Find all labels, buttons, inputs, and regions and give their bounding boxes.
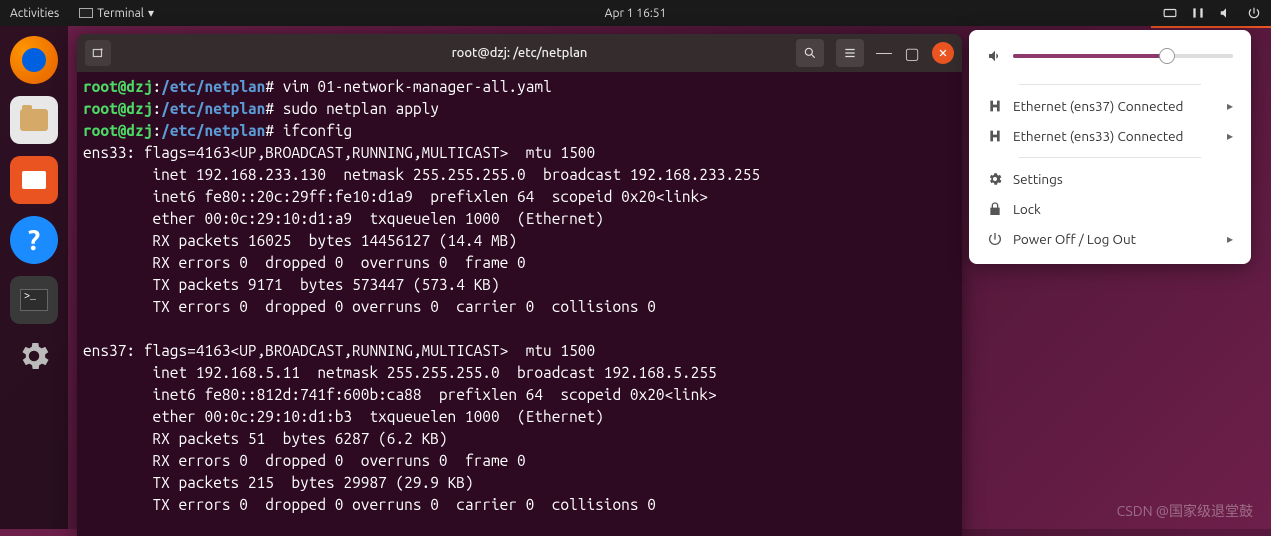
hamburger-button[interactable]	[836, 39, 864, 67]
prompt-path: /etc/netplan	[161, 122, 265, 139]
terminal-body[interactable]: root@dzj:/etc/netplan# vim 01-network-ma…	[77, 72, 962, 536]
menu-lock[interactable]: Lock	[969, 194, 1251, 224]
volume-slider[interactable]	[1013, 54, 1233, 58]
menu-settings[interactable]: Settings	[969, 164, 1251, 194]
new-tab-button[interactable]	[85, 40, 111, 66]
dock-firefox[interactable]	[10, 36, 58, 84]
ifconfig-line: TX packets 9171 bytes 573447 (573.4 KB)	[83, 276, 500, 293]
ifconfig-line: TX errors 0 dropped 0 overruns 0 carrier…	[83, 298, 656, 315]
cmd-text: vim 01-network-manager-all.yaml	[283, 78, 552, 95]
activities-button[interactable]: Activities	[10, 7, 59, 20]
ifconfig-line: ens33: flags=4163<UP,BROADCAST,RUNNING,M…	[83, 144, 595, 161]
power-icon[interactable]	[1247, 6, 1261, 20]
ifconfig-line: TX errors 0 dropped 0 overruns 0 carrier…	[83, 496, 656, 513]
menu-separator	[1019, 84, 1201, 85]
menu-separator	[1019, 157, 1201, 158]
ifconfig-line: ether 00:0c:29:10:d1:a9 txqueuelen 1000 …	[83, 210, 604, 227]
network-icon	[987, 98, 1003, 114]
prompt-user: root@dzj	[83, 100, 152, 117]
ifconfig-line: ens37: flags=4163<UP,BROADCAST,RUNNING,M…	[83, 342, 595, 359]
dock: ?	[0, 26, 68, 529]
dock-terminal[interactable]	[10, 276, 58, 324]
lock-icon	[987, 201, 1003, 217]
chevron-down-icon: ▾	[148, 6, 154, 20]
titlebar[interactable]: root@dzj: /etc/netplan — ▢	[77, 34, 962, 72]
ifconfig-line: RX errors 0 dropped 0 overruns 0 frame 0	[83, 452, 526, 469]
volume-fill	[1013, 54, 1167, 58]
power-icon	[987, 231, 1003, 247]
ifconfig-line: RX packets 51 bytes 6287 (6.2 KB)	[83, 430, 448, 447]
maximize-button[interactable]: ▢	[904, 45, 920, 61]
ifconfig-line: RX errors 0 dropped 0 overruns 0 frame 0	[83, 254, 526, 271]
menu-power[interactable]: Power Off / Log Out ▸	[969, 224, 1251, 254]
chevron-right-icon: ▸	[1227, 129, 1233, 143]
cmd-text: sudo netplan apply	[283, 100, 439, 117]
ifconfig-line: RX packets 16025 bytes 14456127 (14.4 MB…	[83, 232, 517, 249]
prompt-user: root@dzj	[83, 122, 152, 139]
ifconfig-line: inet 192.168.233.130 netmask 255.255.255…	[83, 166, 760, 183]
volume-icon[interactable]	[1219, 6, 1233, 20]
terminal-window: root@dzj: /etc/netplan — ▢ root@dzj:/etc…	[77, 34, 962, 536]
app-menu[interactable]: Terminal ▾	[79, 6, 154, 20]
speaker-icon	[987, 48, 1003, 64]
terminal-icon	[79, 8, 93, 18]
menu-item-label: Power Off / Log Out	[1013, 231, 1136, 247]
menu-item-label: Ethernet (ens37) Connected	[1013, 98, 1183, 114]
menu-item-label: Lock	[1013, 201, 1041, 217]
gear-icon	[987, 171, 1003, 187]
ifconfig-line: ether 00:0c:29:10:d1:b3 txqueuelen 1000 …	[83, 408, 604, 425]
system-menu: Ethernet (ens37) Connected ▸ Ethernet (e…	[969, 30, 1251, 264]
search-button[interactable]	[796, 39, 824, 67]
dock-help[interactable]: ?	[10, 216, 58, 264]
ifconfig-line: inet6 fe80::812d:741f:600b:ca88 prefixle…	[83, 386, 717, 403]
prompt-path: /etc/netplan	[161, 100, 265, 117]
menu-ethernet-ens33[interactable]: Ethernet (ens33) Connected ▸	[969, 121, 1251, 151]
app-menu-label: Terminal	[97, 7, 144, 20]
watermark: CSDN @国家级退堂鼓	[1117, 501, 1253, 521]
ifconfig-line: TX packets 215 bytes 29987 (29.9 KB)	[83, 474, 474, 491]
chevron-right-icon: ▸	[1227, 232, 1233, 246]
menu-item-label: Settings	[1013, 171, 1063, 187]
network-icon[interactable]	[1191, 6, 1205, 20]
dock-software[interactable]	[10, 156, 58, 204]
orange-strip	[1151, 26, 1271, 28]
volume-thumb[interactable]	[1159, 48, 1175, 64]
chevron-right-icon: ▸	[1227, 99, 1233, 113]
prompt-user: root@dzj	[83, 78, 152, 95]
network-icon	[987, 128, 1003, 144]
cmd-text: ifconfig	[283, 122, 352, 139]
minimize-button[interactable]: —	[876, 45, 892, 61]
menu-ethernet-ens37[interactable]: Ethernet (ens37) Connected ▸	[969, 91, 1251, 121]
close-button[interactable]	[932, 42, 954, 64]
prompt-path: /etc/netplan	[161, 78, 265, 95]
menu-item-label: Ethernet (ens33) Connected	[1013, 128, 1183, 144]
keyboard-icon	[1163, 6, 1177, 20]
ifconfig-line: inet6 fe80::20c:29ff:fe10:d1a9 prefixlen…	[83, 188, 708, 205]
volume-row	[969, 44, 1251, 78]
clock[interactable]: Apr 1 16:51	[605, 7, 667, 20]
dock-files[interactable]	[10, 96, 58, 144]
dock-settings[interactable]	[14, 336, 54, 376]
window-title: root@dzj: /etc/netplan	[452, 46, 588, 60]
ifconfig-line: inet 192.168.5.11 netmask 255.255.255.0 …	[83, 364, 717, 381]
top-bar: Activities Terminal ▾ Apr 1 16:51	[0, 0, 1271, 26]
